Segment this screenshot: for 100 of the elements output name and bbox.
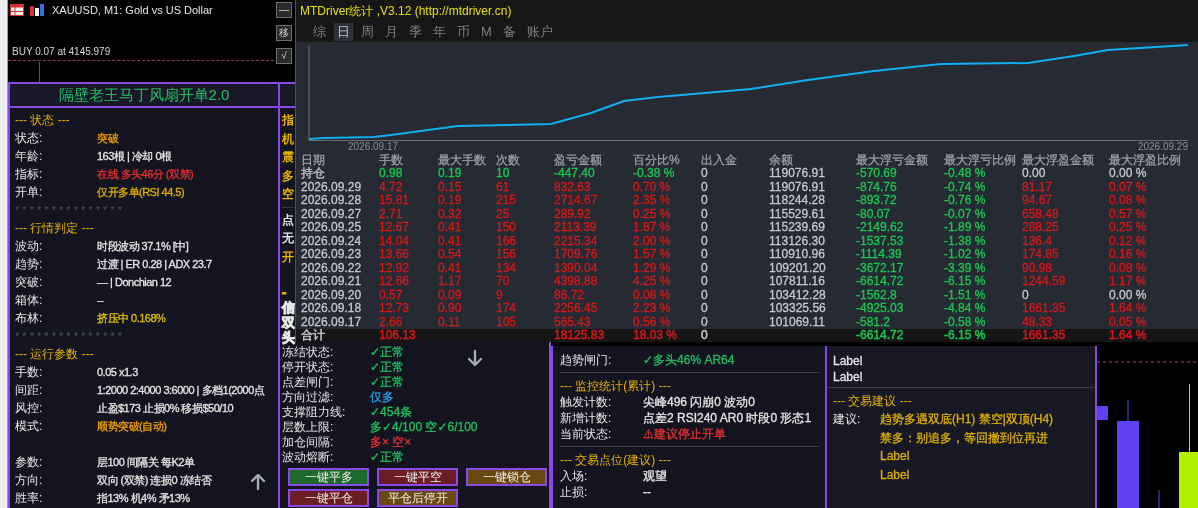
tab[interactable]: M (478, 23, 495, 41)
up-arrow-icon[interactable] (251, 474, 265, 490)
field-value: 禁多：别追多，等回撤到位再进 (880, 429, 1048, 447)
table-cell-text: 0.32 (438, 207, 463, 221)
table-cell-text: 12.66 (379, 275, 411, 289)
action-button[interactable]: 一键平空 (377, 468, 458, 486)
table-cell-text: 0 (701, 315, 709, 329)
field-value: 163根 | 冷却 0根 (97, 149, 172, 164)
table-icon (10, 4, 24, 16)
table-cell-text: 2026.09.28 (301, 194, 363, 208)
table-cell-text: 1.29 % (633, 261, 672, 275)
chart-control-button[interactable]: √ (276, 48, 292, 64)
table-cell-text: 25 (496, 207, 511, 221)
field-label: 方向: (15, 472, 44, 489)
table-cell-text: 136.4 (1022, 234, 1054, 248)
table-cell-text: 61 (496, 180, 511, 194)
field-value: — | Donchian 12 (97, 275, 172, 290)
table-cell-text: 1390.04 (554, 261, 599, 275)
table-cell-text: 0.70 % (633, 180, 672, 194)
tab[interactable]: 周 (358, 23, 377, 41)
table-cell-text: 1.87 % (633, 221, 672, 235)
field-label: 年龄: (15, 148, 44, 165)
table-cell-text: 0 (701, 261, 709, 275)
tab[interactable]: 币 (454, 23, 473, 41)
table-cell-text: 0 (701, 302, 709, 316)
table-cell-text: -6.15 % (944, 275, 987, 289)
table-cell-text: 0.08 % (1109, 261, 1148, 275)
chart-control-button[interactable]: — (276, 2, 292, 18)
table-cell-text: 113126.30 (769, 234, 826, 248)
axis-label: 2026.09.17 (348, 141, 399, 154)
table-cell-text: 0 (701, 221, 709, 235)
table-cell-text: 2026.09.20 (301, 288, 363, 302)
section-heading: --- 交易建议 --- (833, 393, 913, 410)
table-cell-text: 565.43 (554, 315, 592, 329)
tab[interactable]: 年 (430, 23, 449, 41)
table-cell-text: 0.57 % (1109, 207, 1148, 221)
table-cell-text: 289.92 (554, 207, 592, 221)
table-cell-text: 2215.34 (554, 234, 599, 248)
action-button[interactable]: 平仓后停开 (377, 489, 458, 507)
cut-off-label: 多 (282, 167, 295, 185)
table-cell-text: 118244.28 (769, 194, 826, 208)
table-cell-text: 2026.09.23 (301, 248, 363, 262)
table-cell-text: 0.57 (379, 288, 404, 302)
field-value: ⚠建议停止开单 (643, 426, 726, 442)
column-header: 手数 (379, 154, 404, 167)
table-cell-text: 103412.28 (769, 288, 827, 302)
field-value: 多✓4/100 空✓6/100 (370, 420, 478, 435)
table-cell-text: 0.19 (438, 167, 463, 181)
field-label: 信 (282, 300, 295, 315)
table-cell-text: 0 (1022, 288, 1030, 302)
field-value: ✓454条 (370, 405, 413, 420)
chart-control-button[interactable]: 移 (276, 25, 292, 41)
table-cell-text: 0 (701, 275, 709, 289)
table-cell-text: 0.09 (438, 288, 463, 302)
field-value: ✓正常 (370, 375, 405, 390)
field-value: 双向 (双禁) 连损0 冻结否 (97, 473, 212, 488)
action-button[interactable]: 一键平多 (288, 468, 369, 486)
table-cell-text: -3672.17 (856, 261, 905, 275)
field-value: 指13% 机4% 矛13% (97, 491, 190, 506)
field-label: 间距: (15, 382, 44, 399)
table-cell-text: 2026.09.18 (301, 302, 363, 316)
table-cell-text: 0.11 (438, 315, 462, 329)
tab[interactable]: 季 (406, 23, 425, 41)
field-value: 过渡 | ER 0.28 | ADX 23.7 (97, 257, 212, 272)
table-cell-text: 115239.69 (769, 221, 826, 235)
table-cell-text: 2026.09.27 (301, 207, 363, 221)
cut-off-label: 指 (282, 112, 295, 129)
table-cell-text: 110910.96 (769, 248, 826, 262)
field-label: 支撑阻力线: (282, 405, 347, 420)
field-label: 新增计数: (560, 410, 613, 426)
action-button[interactable]: 一键平仓 (288, 489, 369, 507)
table-cell-text: 13.66 (379, 248, 411, 262)
field-label: 建议: (833, 411, 862, 428)
table-cell-text: 1661.35 (1022, 302, 1067, 316)
field-label: 手数: (15, 364, 44, 381)
column-header: 次数 (496, 154, 521, 167)
table-cell-text: -1562.8 (856, 288, 898, 302)
table-cell-text: 2.23 % (633, 302, 672, 316)
down-arrow-icon[interactable] (468, 350, 482, 366)
table-cell-text: 18125.83 (554, 329, 606, 342)
table-cell-text: 2026.09.22 (301, 261, 363, 275)
table-cell-text: 94.67 (1022, 194, 1054, 208)
table-cell-text: 150 (496, 221, 518, 235)
table-cell-text: 2026.09.17 (301, 315, 363, 329)
tab[interactable]: 日 (334, 23, 353, 41)
table-cell-text: 658.48 (1022, 207, 1060, 221)
table-cell-text: 14.04 (379, 234, 411, 248)
table-cell-text: 0.56 % (633, 315, 672, 329)
table-cell-text: -2149.62 (856, 221, 905, 235)
tab[interactable]: 备 (499, 23, 519, 41)
table-cell-text: 0.08 % (633, 288, 672, 302)
table-cell-text: 0 (701, 194, 709, 208)
table-cell-text: 70 (496, 275, 511, 289)
tab[interactable]: 账户 (523, 23, 556, 41)
action-button[interactable]: 一键锁仓 (466, 468, 547, 486)
tab[interactable]: 综 (310, 23, 329, 41)
tab[interactable]: 月 (382, 23, 401, 41)
table-cell-text: 1709.76 (554, 248, 599, 262)
table-cell-text: 119076.91 (769, 167, 826, 181)
table-cell-text: -0.07 % (944, 207, 987, 221)
